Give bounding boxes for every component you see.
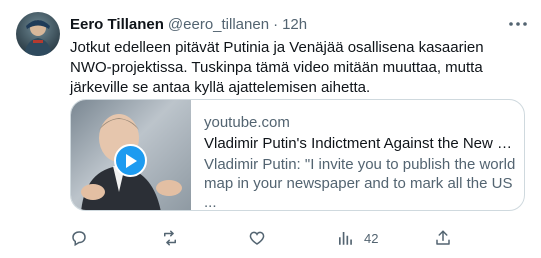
author-name[interactable]: Eero Tillanen	[70, 16, 164, 33]
separator-dot: ·	[273, 15, 279, 33]
share-icon	[434, 229, 452, 247]
play-icon[interactable]	[114, 144, 147, 177]
views-bar-chart-icon	[336, 229, 354, 247]
tweet-timestamp[interactable]: 12h	[282, 16, 307, 33]
retweet-button[interactable]	[160, 228, 190, 248]
tweet-text: Jotkut edelleen pitävät Putinia ja Venäj…	[70, 39, 484, 96]
video-thumbnail[interactable]	[71, 100, 191, 210]
card-description: Vladimir Putin: "I invite you to publish…	[204, 156, 516, 211]
retweet-icon	[160, 229, 180, 247]
heart-icon	[248, 229, 266, 247]
views-count: 42	[364, 230, 379, 246]
views-button[interactable]: 42	[336, 228, 378, 248]
card-body: youtube.com Vladimir Putin's Indictment …	[204, 113, 518, 211]
avatar[interactable]	[16, 12, 60, 56]
reply-button[interactable]	[70, 228, 98, 248]
author-handle[interactable]: @eero_tillanen	[168, 16, 269, 33]
link-card[interactable]: youtube.com Vladimir Putin's Indictment …	[70, 99, 525, 211]
more-horizontal-icon[interactable]	[507, 14, 529, 34]
reply-icon	[70, 229, 88, 247]
action-bar: 42	[70, 228, 525, 248]
tweet-header: Eero Tillanen @eero_tillanen · 12h	[70, 14, 531, 34]
card-domain: youtube.com	[204, 114, 290, 131]
like-button[interactable]	[248, 228, 276, 248]
share-button[interactable]	[434, 228, 452, 248]
card-title: Vladimir Putin's Indictment Against the …	[204, 135, 518, 152]
tweet[interactable]: Eero Tillanen @eero_tillanen · 12h Jotku…	[0, 0, 541, 258]
